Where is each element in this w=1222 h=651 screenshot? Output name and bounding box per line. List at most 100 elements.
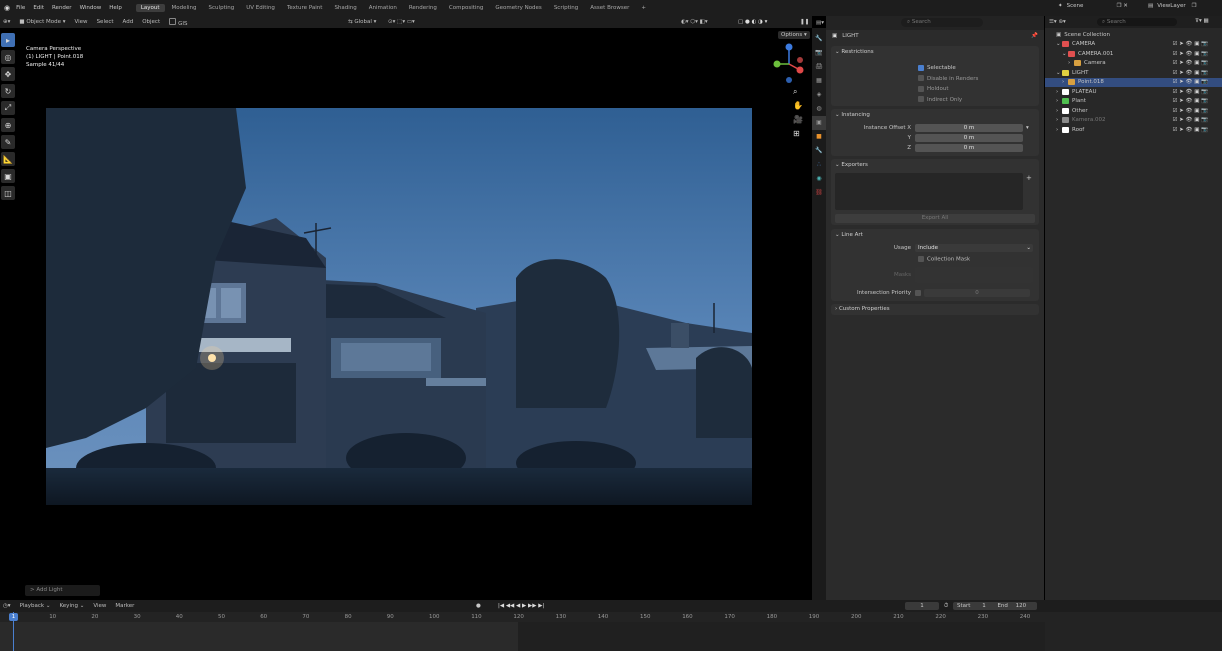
- disable-in-renders-checkbox[interactable]: Disable in Renders: [918, 74, 978, 85]
- custom-properties-panel[interactable]: › Custom Properties: [831, 304, 1039, 315]
- instance-offset-y-field[interactable]: 0 m: [915, 134, 1023, 142]
- outliner-item[interactable]: ⌄ CAMERA ☑ ➤ 👁 ▣ 📷: [1056, 40, 1222, 50]
- camera-view-icon[interactable]: 🎥: [793, 113, 809, 127]
- properties-search[interactable]: ⌕ Search: [901, 18, 983, 27]
- tab-uv-editing[interactable]: UV Editing: [241, 4, 280, 12]
- instance-offset-x-field[interactable]: 0 m: [915, 124, 1023, 132]
- pivot-snap-icons[interactable]: ⊙▾ ⬚▾ ▭▾: [385, 19, 418, 25]
- collection-tab-icon[interactable]: ▣: [812, 116, 826, 130]
- outliner-item[interactable]: › Kamera.002 ☑ ➤ 👁 ▣ 📷: [1056, 116, 1222, 126]
- outliner-item[interactable]: › Point.018 ☑ ➤ 👁 ▣ 📷: [1045, 77, 1222, 87]
- outliner-editor-icon[interactable]: ☰▾ ⊚▾: [1049, 19, 1066, 25]
- outliner-item[interactable]: › PLATEAU ☑ ➤ 👁 ▣ 📷: [1056, 87, 1222, 97]
- gis-menu[interactable]: GIS: [166, 17, 190, 27]
- animate-property-icon[interactable]: ▾: [1026, 125, 1029, 131]
- export-all-button[interactable]: Export All: [835, 214, 1035, 223]
- menu-object[interactable]: Object: [139, 19, 163, 25]
- new-scene-icon[interactable]: ❐ ✕: [1117, 3, 1128, 9]
- view-layer-selector[interactable]: ▤ ViewLayer ❐: [1148, 3, 1197, 9]
- modifier-tab-icon[interactable]: 🔧: [812, 144, 826, 158]
- tab-scripting[interactable]: Scripting: [549, 4, 583, 12]
- filter-icon[interactable]: ⊽▾ ▦: [1195, 18, 1209, 24]
- scene-collection-row[interactable]: ▣ Scene Collection: [1056, 30, 1222, 40]
- lock-view-icon[interactable]: ⊞: [793, 127, 809, 141]
- tab-shading[interactable]: Shading: [329, 4, 361, 12]
- tab-animation[interactable]: Animation: [364, 4, 402, 12]
- menu-help[interactable]: Help: [109, 5, 122, 11]
- scale-tool-icon[interactable]: ⤢: [1, 101, 15, 115]
- tab-texture-paint[interactable]: Texture Paint: [282, 4, 328, 12]
- menu-render[interactable]: Render: [52, 5, 72, 11]
- select-tool-icon[interactable]: ▸: [1, 33, 15, 47]
- visibility-toggles[interactable]: ☑ ➤ 👁 ▣ 📷: [1172, 127, 1222, 133]
- pan-hand-icon[interactable]: ✋: [793, 99, 809, 113]
- pause-render-icon[interactable]: ❚❚: [800, 19, 809, 25]
- holdout-checkbox[interactable]: Holdout: [918, 84, 978, 95]
- zoom-icon[interactable]: ⌕: [793, 85, 809, 99]
- outliner-item[interactable]: › Plant ☑ ➤ 👁 ▣ 📷: [1056, 97, 1222, 107]
- scene-tab-icon[interactable]: ◈: [812, 88, 826, 102]
- add-cube-tool-icon[interactable]: ▣: [1, 169, 15, 183]
- scene-selector[interactable]: ✦ Scene ❐ ✕: [1058, 3, 1134, 9]
- add-object-tool-icon[interactable]: ◫: [1, 186, 15, 200]
- restrictions-header[interactable]: ⌄ Restrictions: [831, 46, 1039, 58]
- start-frame-field[interactable]: 1: [982, 603, 986, 609]
- options-button[interactable]: Options ▾: [778, 31, 810, 39]
- tab-rendering[interactable]: Rendering: [404, 4, 442, 12]
- intersection-priority-checkbox[interactable]: [915, 290, 921, 296]
- usage-dropdown[interactable]: Include ⌄: [915, 244, 1033, 252]
- menu-playback[interactable]: Playback ⌄: [17, 603, 54, 609]
- render-tab-icon[interactable]: 📷: [812, 46, 826, 60]
- exporters-header[interactable]: ⌄ Exporters: [831, 159, 1039, 171]
- menu-add[interactable]: Add: [120, 19, 137, 25]
- visibility-toggles[interactable]: ☑ ➤ 👁 ▣ 📷: [1172, 41, 1222, 47]
- mode-selector[interactable]: ■ Object Mode ▾: [16, 19, 68, 25]
- menu-window[interactable]: Window: [80, 5, 102, 11]
- overlay-icons[interactable]: ◐▾ ⬡▾ ◧▾: [678, 19, 711, 25]
- visibility-toggles[interactable]: ☑ ➤ 👁 ▣ 📷: [1172, 60, 1222, 66]
- move-tool-icon[interactable]: ✥: [1, 67, 15, 81]
- playback-controls[interactable]: |◀ ◀◀ ◀ ▶ ▶▶ ▶|: [498, 603, 544, 609]
- tool-tab-icon[interactable]: 🔧: [812, 32, 826, 46]
- stopwatch-icon[interactable]: ⏱: [944, 603, 948, 610]
- outliner-search[interactable]: ⌕ Search: [1097, 18, 1177, 26]
- timeline-track-area[interactable]: [0, 612, 1045, 651]
- visibility-toggles[interactable]: ☑ ➤ 👁 ▣ 📷: [1172, 70, 1222, 76]
- outliner-item[interactable]: ⌄ CAMERA.001 ☑ ➤ 👁 ▣ 📷: [1056, 49, 1222, 59]
- editor-type-icon[interactable]: ⊕▾: [0, 19, 13, 25]
- blender-logo-icon[interactable]: ◉: [4, 4, 10, 12]
- outliner-item[interactable]: ⌄ LIGHT ☑ ➤ 👁 ▣ 📷: [1056, 68, 1222, 78]
- visibility-toggles[interactable]: ☑ ➤ 👁 ▣ 📷: [1172, 98, 1222, 104]
- masks-toggle-row[interactable]: [915, 267, 1033, 283]
- collection-mask-checkbox[interactable]: Collection Mask: [918, 256, 970, 263]
- frame-ruler[interactable]: 10 20 30 40 50 60 70 80 90 100 110 120 130 140 150 160 1…: [0, 612, 1045, 622]
- tab-geometry-nodes[interactable]: Geometry Nodes: [490, 4, 546, 12]
- line-art-header[interactable]: ⌄ Line Art: [831, 229, 1039, 241]
- auto-key-icon[interactable]: ●: [476, 603, 481, 609]
- world-tab-icon[interactable]: ◍: [812, 102, 826, 116]
- timeline-editor-icon[interactable]: ◷▾: [3, 603, 11, 609]
- annotate-tool-icon[interactable]: ✎: [1, 135, 15, 149]
- menu-keying[interactable]: Keying ⌄: [56, 603, 87, 609]
- menu-select[interactable]: Select: [94, 19, 117, 25]
- instance-offset-z-field[interactable]: 0 m: [915, 144, 1023, 152]
- last-operator-panel[interactable]: > Add Light: [25, 585, 100, 596]
- tab-layout[interactable]: Layout: [135, 4, 165, 12]
- rotate-tool-icon[interactable]: ↻: [1, 84, 15, 98]
- selectable-checkbox[interactable]: Selectable: [918, 63, 978, 74]
- visibility-toggles[interactable]: ☑ ➤ 👁 ▣ 📷: [1172, 108, 1222, 114]
- current-frame-field[interactable]: 1: [905, 602, 939, 610]
- tab-asset-browser[interactable]: Asset Browser: [585, 4, 634, 12]
- menu-view-timeline[interactable]: View: [90, 603, 109, 609]
- pin-icon[interactable]: 📌: [1031, 33, 1038, 39]
- new-view-layer-icon[interactable]: ❐: [1192, 3, 1197, 9]
- menu-edit[interactable]: Edit: [33, 5, 44, 11]
- end-frame-field[interactable]: 120: [1016, 603, 1027, 609]
- shading-buttons[interactable]: ▢ ● ◐ ◑ ▾: [738, 19, 767, 25]
- view-layer-tab-icon[interactable]: ▦: [812, 74, 826, 88]
- tab-sculpting[interactable]: Sculpting: [204, 4, 240, 12]
- playhead-frame-indicator[interactable]: 1: [9, 613, 18, 621]
- visibility-toggles[interactable]: ☑ ➤ 👁 ▣ 📷: [1172, 51, 1222, 57]
- cursor-tool-icon[interactable]: ◎: [1, 50, 15, 64]
- outliner-item[interactable]: › Roof ☑ ➤ 👁 ▣ 📷: [1056, 125, 1222, 135]
